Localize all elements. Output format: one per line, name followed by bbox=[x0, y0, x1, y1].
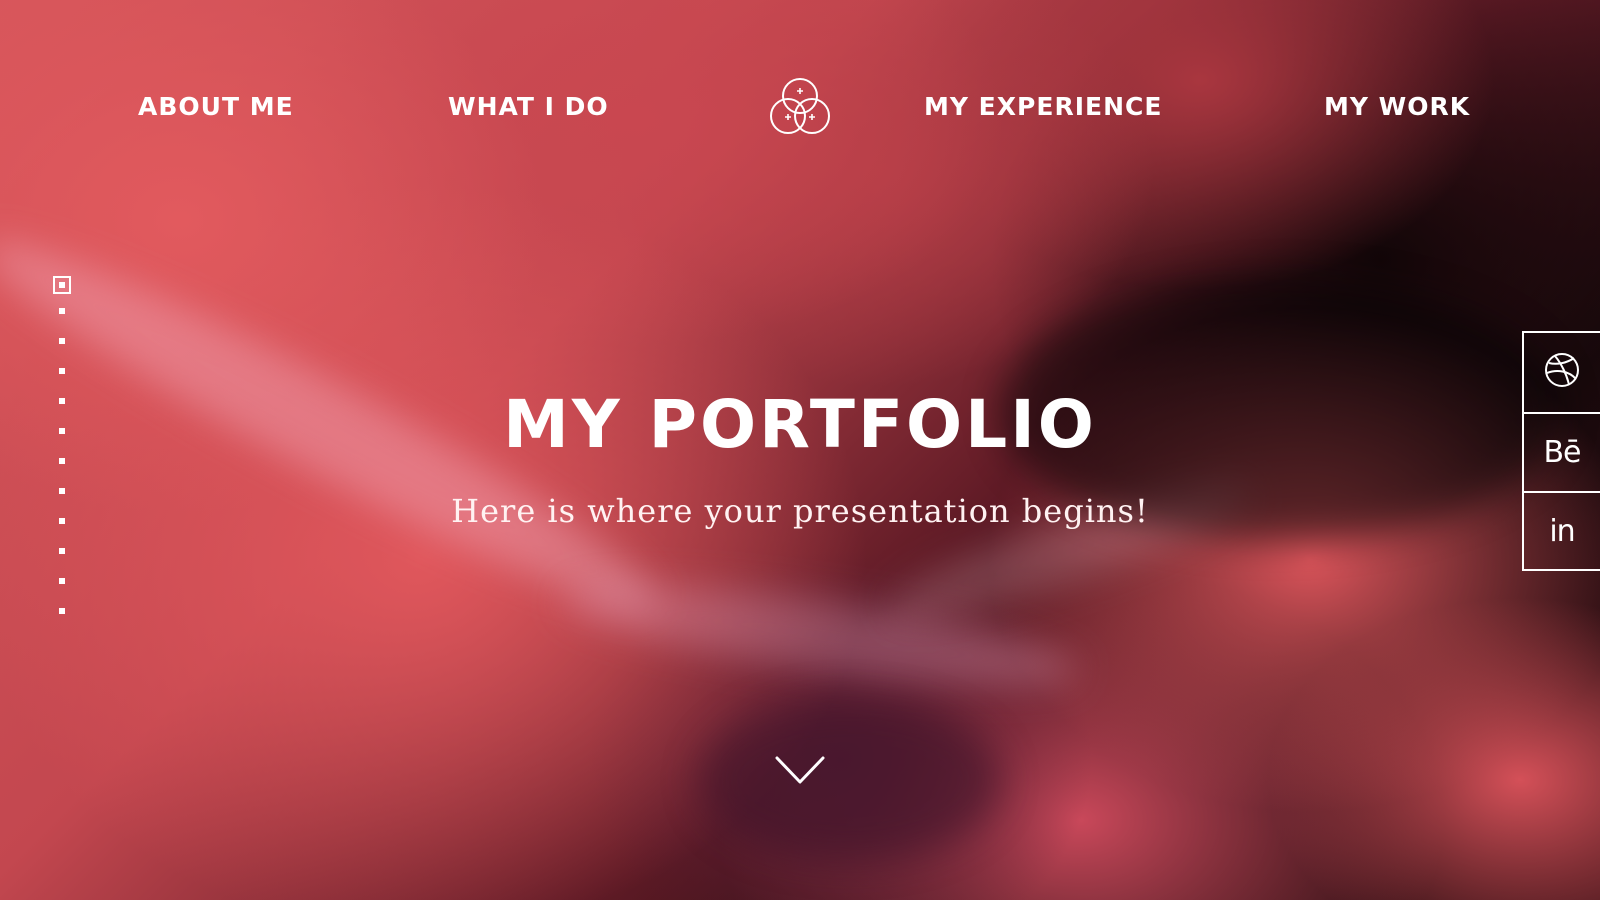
slide-indicator-dot[interactable] bbox=[59, 368, 65, 374]
slide-indicator-dot[interactable] bbox=[59, 338, 65, 344]
slide-indicator-dot[interactable] bbox=[59, 608, 65, 614]
triple-circle-logo-icon[interactable] bbox=[764, 72, 836, 144]
chevron-down-icon[interactable] bbox=[774, 754, 826, 786]
slide-indicator-dot[interactable] bbox=[59, 308, 65, 314]
slide-indicator-dot[interactable] bbox=[59, 548, 65, 554]
page-subtitle: Here is where your presentation begins! bbox=[451, 492, 1149, 530]
behance-button[interactable]: Bē bbox=[1524, 412, 1600, 491]
slide-stage: ABOUT ME WHAT I DO MY EXPERIENCE MY WORK… bbox=[0, 0, 1600, 900]
nav-my-work[interactable]: MY WORK bbox=[1324, 92, 1470, 121]
page-title: MY PORTFOLIO bbox=[503, 386, 1097, 463]
behance-icon: Bē bbox=[1543, 435, 1581, 470]
slide-indicator-active[interactable] bbox=[53, 276, 71, 294]
nav-about-me[interactable]: ABOUT ME bbox=[138, 92, 294, 121]
social-links-panel: Bē in bbox=[1522, 331, 1600, 571]
smoke-shadow bbox=[700, 700, 1000, 860]
dribbble-button[interactable] bbox=[1524, 333, 1600, 412]
nav-what-i-do[interactable]: WHAT I DO bbox=[448, 92, 609, 121]
linkedin-button[interactable]: in bbox=[1524, 491, 1600, 570]
nav-my-experience[interactable]: MY EXPERIENCE bbox=[924, 92, 1162, 121]
dribbble-icon bbox=[1543, 351, 1581, 394]
slide-indicator-dot[interactable] bbox=[59, 578, 65, 584]
linkedin-icon: in bbox=[1549, 514, 1575, 549]
